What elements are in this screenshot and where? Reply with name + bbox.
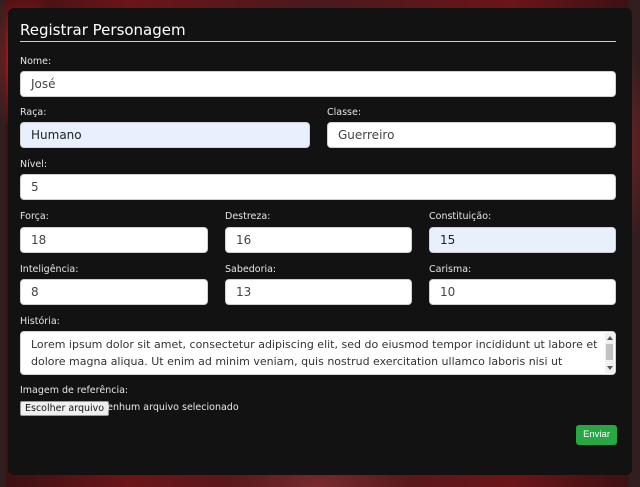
dexterity-input[interactable]: 16 [225, 227, 412, 253]
scroll-thumb[interactable] [606, 344, 613, 360]
scroll-down-icon[interactable] [606, 366, 613, 370]
race-label: Raça: [20, 107, 47, 118]
charisma-input[interactable]: 10 [429, 279, 616, 305]
constitution-label: Constituição: [429, 211, 492, 222]
name-label: Nome: [20, 56, 52, 67]
level-input[interactable]: 5 [20, 174, 616, 200]
wisdom-label: Sabedoria: [225, 264, 277, 275]
level-label: Nível: [20, 159, 48, 170]
intelligence-input[interactable]: 8 [20, 279, 208, 305]
strength-label: Força: [20, 211, 49, 222]
class-label: Classe: [327, 107, 362, 118]
intelligence-label: Inteligência: [20, 264, 79, 275]
choose-file-button[interactable]: Escolher arquivo [20, 401, 110, 416]
strength-input[interactable]: 18 [20, 227, 208, 253]
constitution-input[interactable]: 15 [429, 227, 616, 253]
history-label: História: [20, 316, 60, 327]
charisma-label: Carisma: [429, 264, 472, 275]
form-title: Registrar Personagem [20, 21, 616, 42]
submit-button[interactable]: Enviar [576, 425, 617, 445]
dexterity-label: Destreza: [225, 211, 271, 222]
history-textarea[interactable]: Lorem ipsum dolor sit amet, consectetur … [20, 331, 616, 375]
wisdom-input[interactable]: 13 [225, 279, 412, 305]
scroll-up-icon[interactable] [606, 336, 613, 340]
textarea-scrollbar[interactable] [605, 333, 614, 373]
name-input[interactable]: José [20, 71, 616, 97]
background-tree [0, 0, 6, 487]
file-status-text: Nenhum arquivo selecionado [100, 402, 239, 413]
history-text: Lorem ipsum dolor sit amet, consectetur … [31, 338, 598, 374]
character-form: Registrar Personagem Nome: José Raça: Hu… [8, 8, 632, 475]
race-input[interactable]: Humano [20, 122, 310, 148]
class-input[interactable]: Guerreiro [327, 122, 616, 148]
image-label: Imagem de referência: [20, 385, 129, 396]
